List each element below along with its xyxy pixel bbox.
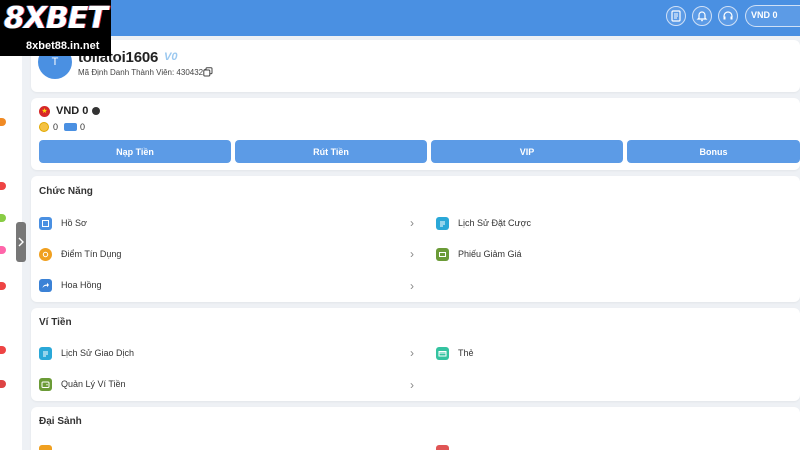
toggle-visibility-icon[interactable] <box>92 107 100 115</box>
transaction-history-icon <box>39 346 52 360</box>
copy-icon[interactable] <box>203 67 213 77</box>
coin-count: 0 <box>53 122 59 132</box>
wallet-balance: VND 0 <box>56 105 89 117</box>
lobby-item-icon <box>39 445 52 450</box>
deposit-button[interactable]: Nạp Tiền <box>39 140 231 163</box>
logo: 8XBET 8xbet88.in.net <box>0 0 111 56</box>
menu-item-label: Hồ Sơ <box>61 218 87 228</box>
ticket-count: 0 <box>80 122 86 132</box>
logo-brand: 8XBET <box>4 1 108 36</box>
sidebar-game-icon[interactable] <box>0 246 6 254</box>
bell-icon[interactable] <box>692 6 712 26</box>
menu-item-wallet-management[interactable]: Quản Lý Ví Tiền <box>39 376 126 392</box>
section-title-wallet: Ví Tiền <box>39 317 72 328</box>
lobby-card <box>31 407 800 450</box>
chevron-right-icon: › <box>410 378 414 392</box>
voucher-icon <box>436 247 449 261</box>
credit-score-icon <box>39 247 52 261</box>
menu-item-card[interactable]: Thẻ <box>436 345 474 361</box>
section-title-features: Chức Năng <box>39 186 93 197</box>
menu-item-profile[interactable]: Hồ Sơ <box>39 215 87 231</box>
menu-item-label: Thẻ <box>458 348 474 358</box>
menu-item-label: Lịch Sử Đặt Cược <box>458 218 531 228</box>
profile-card <box>31 40 800 92</box>
sidebar-game-icon[interactable] <box>0 346 6 354</box>
vietnam-flag-icon: ★ <box>39 106 50 117</box>
bet-history-icon <box>436 216 449 230</box>
menu-item-label: Lịch Sử Giao Dịch <box>61 348 135 358</box>
chevron-right-icon: › <box>410 247 414 261</box>
vip-level-badge: V0 <box>164 51 178 63</box>
header-balance[interactable]: VND 0 <box>745 5 800 27</box>
share-arrow-icon <box>39 278 52 292</box>
card-icon <box>436 346 449 360</box>
wallet-icon <box>39 377 52 391</box>
bonus-button[interactable]: Bonus <box>627 140 800 163</box>
menu-item-transaction-history[interactable]: Lịch Sử Giao Dịch <box>39 345 134 361</box>
menu-item-credit-score[interactable]: Điểm Tín Dụng <box>39 246 121 262</box>
section-title-lobby: Đại Sảnh <box>39 416 82 427</box>
sidebar-collapse-handle[interactable] <box>16 222 26 262</box>
menu-item-label: Quản Lý Ví Tiền <box>61 379 126 389</box>
menu-item-label: Điểm Tín Dụng <box>61 249 122 259</box>
sidebar-game-icon[interactable] <box>0 118 6 126</box>
ticket-icon <box>64 123 77 131</box>
menu-item-commission[interactable]: Hoa Hồng <box>39 277 102 293</box>
document-icon[interactable] <box>666 6 686 26</box>
sidebar-game-icon[interactable] <box>0 182 6 190</box>
vip-button[interactable]: VIP <box>431 140 623 163</box>
sidebar-game-icon[interactable] <box>0 380 6 388</box>
menu-item-bet-history[interactable]: Lịch Sử Đặt Cược <box>436 215 531 231</box>
menu-item-label: Hoa Hồng <box>61 280 102 290</box>
headset-icon[interactable] <box>718 6 738 26</box>
chevron-right-icon: › <box>410 279 414 293</box>
lobby-item-icon <box>436 445 449 450</box>
profile-icon <box>39 216 52 230</box>
chevron-right-icon: › <box>410 216 414 230</box>
chevron-right-icon <box>18 237 24 247</box>
sidebar-game-icon[interactable] <box>0 214 6 222</box>
sidebar-game-icon[interactable] <box>0 282 6 290</box>
coin-icon <box>39 122 49 132</box>
chevron-right-icon: › <box>410 346 414 360</box>
member-id: Mã Định Danh Thành Viên: 4304322 <box>78 68 208 77</box>
withdraw-button[interactable]: Rút Tiền <box>235 140 427 163</box>
logo-url: 8xbet88.in.net <box>26 40 100 52</box>
menu-item-label: Phiếu Giảm Giá <box>458 249 522 259</box>
menu-item-voucher[interactable]: Phiếu Giảm Giá <box>436 246 522 262</box>
